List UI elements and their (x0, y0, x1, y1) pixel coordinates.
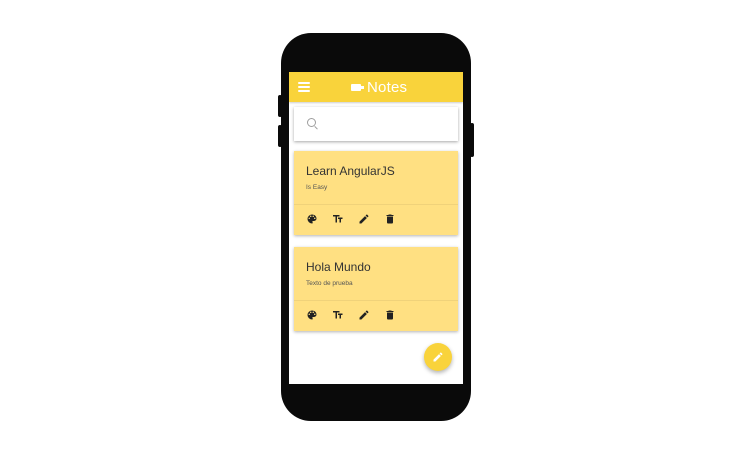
phone-side-button (278, 95, 282, 117)
phone-frame: Notes Learn AngularJS Is Easy Hola Mundo… (278, 33, 474, 421)
note-actions (306, 213, 396, 225)
phone-side-button (470, 123, 474, 157)
text-format-icon[interactable] (332, 309, 344, 321)
app-bar: Notes (289, 72, 463, 102)
edit-icon[interactable] (358, 309, 370, 321)
menu-icon[interactable] (298, 82, 310, 92)
note-body: Is Easy (306, 184, 328, 191)
app-title-group: Notes (351, 78, 407, 96)
card-divider (294, 300, 458, 301)
search-icon (307, 118, 316, 127)
card-divider (294, 204, 458, 205)
edit-icon (433, 352, 443, 362)
note-body: Texto de prueba (306, 280, 353, 287)
note-card[interactable]: Learn AngularJS Is Easy (294, 151, 458, 235)
app-title: Notes (367, 78, 408, 96)
search-bar[interactable] (294, 107, 458, 141)
palette-icon[interactable] (306, 309, 318, 321)
note-title: Hola Mundo (306, 260, 371, 274)
note-actions (306, 309, 396, 321)
phone-screen: Notes Learn AngularJS Is Easy Hola Mundo… (289, 72, 463, 384)
edit-icon[interactable] (358, 213, 370, 225)
note-title: Learn AngularJS (306, 164, 395, 178)
new-note-button[interactable] (424, 343, 452, 371)
phone-side-button (278, 125, 282, 147)
search-input[interactable] (322, 113, 454, 137)
delete-icon[interactable] (384, 309, 396, 321)
notes-app-icon (351, 83, 364, 91)
note-card[interactable]: Hola Mundo Texto de prueba (294, 247, 458, 331)
palette-icon[interactable] (306, 213, 318, 225)
text-format-icon[interactable] (332, 213, 344, 225)
delete-icon[interactable] (384, 213, 396, 225)
